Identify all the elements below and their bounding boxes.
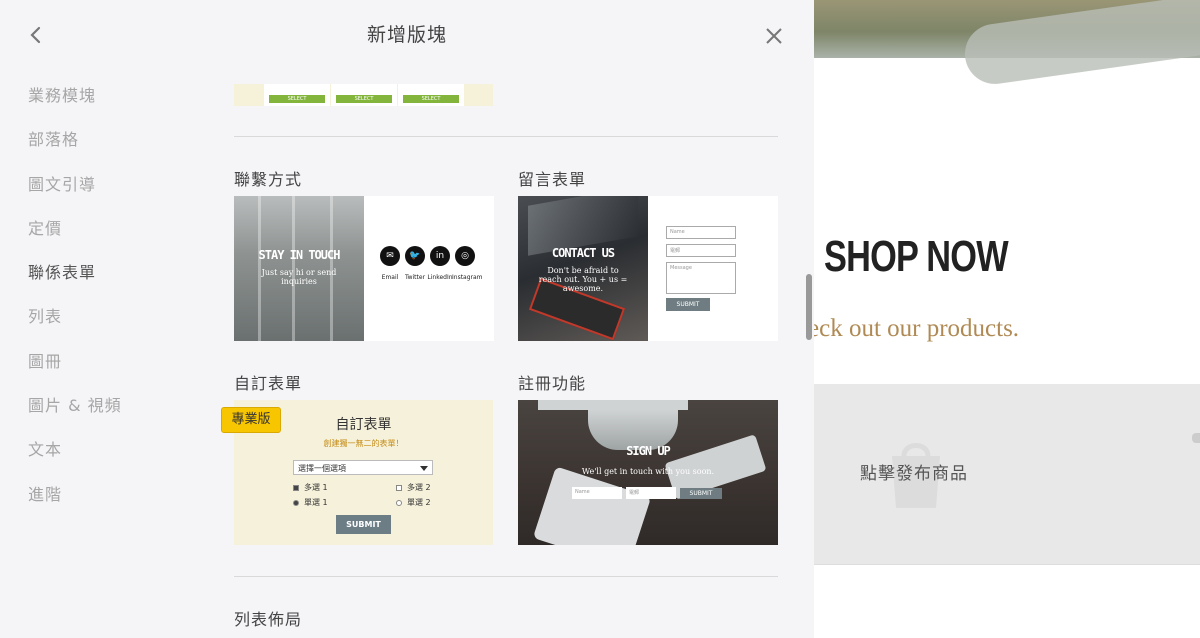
twitter-icon: 🐦 — [405, 246, 425, 266]
publish-product-text: 點擊發布商品 — [860, 464, 968, 484]
email-icon: ✉ — [380, 246, 400, 266]
signup-thumb-sub: We'll get in touch with you soon. — [581, 467, 715, 476]
signup-submit-button: SUBMIT — [680, 488, 722, 499]
checkbox-icon — [293, 484, 299, 491]
email-label: Email — [381, 274, 399, 281]
pricing-select-button: SELECT — [403, 95, 459, 103]
add-section-panel: 新增版塊 業務模塊 部落格 圖文引導 定價 聯係表單 列表 圖冊 圖片 & 視頻… — [0, 0, 814, 638]
nav-item-blog[interactable]: 部落格 — [28, 128, 122, 172]
message-email-field: 電郵 — [666, 244, 736, 257]
section-label-custom: 自訂表單 — [234, 374, 303, 393]
message-submit-button: SUBMIT — [666, 298, 710, 311]
nav-item-gallery[interactable]: 圖冊 — [28, 350, 122, 394]
panel-scrollbar[interactable] — [806, 274, 812, 340]
instagram-icon: ◎ — [455, 246, 475, 266]
contact-photo: STAY IN TOUCH Just say hi or send inquir… — [234, 196, 364, 341]
custom-select-placeholder: 選擇一個選項 — [298, 464, 346, 473]
section-label-message: 留言表單 — [518, 170, 587, 189]
close-icon[interactable] — [762, 24, 786, 48]
nav-item-image-text[interactable]: 圖文引導 — [28, 173, 122, 217]
preview-tagline: eck out our products. — [814, 315, 1020, 342]
hero-image — [814, 0, 1200, 88]
message-thumb-sub: Don't be afraid to reach out. You + us =… — [538, 266, 628, 293]
message-thumb-title: CONTACT US — [551, 246, 615, 260]
radio-icon — [396, 499, 402, 506]
edge-indicator — [1192, 433, 1200, 443]
pricing-thumbnail[interactable]: SELECT SELECT SELECT — [234, 84, 493, 106]
instagram-label: Instagram — [452, 274, 483, 281]
linkedin-icon: in — [430, 246, 450, 266]
panel-title: 新增版塊 — [366, 24, 447, 46]
divider — [234, 136, 778, 137]
message-name-field: Name — [666, 226, 736, 239]
nav-item-media[interactable]: 圖片 & 視頻 — [28, 394, 122, 438]
message-form-thumbnail[interactable]: CONTACT US Don't be afraid to reach out.… — [518, 196, 778, 341]
nav-item-advanced[interactable]: 進階 — [28, 483, 122, 527]
pricing-select-button: SELECT — [336, 95, 392, 103]
pro-badge: 專業版 — [221, 407, 281, 433]
category-nav: 業務模塊 部落格 圖文引導 定價 聯係表單 列表 圖冊 圖片 & 視頻 文本 進… — [28, 84, 122, 527]
site-preview: SHOP NOW eck out our products. 點擊發布商品 — [814, 0, 1200, 638]
linkedin-label: LinkedIn — [427, 274, 453, 281]
radio-icon — [293, 499, 299, 506]
signup-name-field: Name — [572, 487, 622, 499]
signup-thumbnail[interactable]: SIGN UP We'll get in touch with you soon… — [518, 400, 778, 545]
contact-thumb-sub: Just say hi or send inquiries — [261, 268, 337, 286]
section-label-contact: 聯繫方式 — [234, 170, 303, 189]
signup-email-field: 電郵 — [626, 487, 676, 499]
signup-thumb-title: SIGN UP — [626, 444, 671, 458]
nav-item-list[interactable]: 列表 — [28, 305, 122, 349]
section-label-signup: 註冊功能 — [518, 374, 587, 393]
section-label-list-layout: 列表佈局 — [234, 610, 303, 629]
custom-option: 多選 2 — [396, 482, 431, 493]
custom-option: 單選 1 — [293, 497, 328, 508]
contact-thumbnail[interactable]: STAY IN TOUCH Just say hi or send inquir… — [234, 196, 494, 341]
twitter-label: Twitter — [404, 274, 426, 281]
nav-item-contact-form[interactable]: 聯係表單 — [28, 261, 122, 305]
nav-item-pricing[interactable]: 定價 — [28, 217, 122, 261]
contact-thumb-title: STAY IN TOUCH — [258, 248, 341, 262]
nav-item-business[interactable]: 業務模塊 — [28, 84, 122, 128]
pricing-select-button: SELECT — [269, 95, 325, 103]
pricing-card: SELECT — [331, 84, 397, 106]
checkbox-icon — [396, 484, 402, 491]
custom-thumb-sub: 創建獨一無二的表單！ — [323, 439, 404, 448]
message-photo: CONTACT US Don't be afraid to reach out.… — [518, 196, 648, 341]
nav-item-text[interactable]: 文本 — [28, 438, 122, 482]
pricing-card: SELECT — [264, 84, 330, 106]
custom-select: 選擇一個選項 — [293, 460, 433, 475]
divider — [234, 576, 778, 577]
chevron-down-icon — [420, 466, 428, 471]
product-placeholder[interactable]: 點擊發布商品 — [814, 384, 1200, 565]
custom-option: 多選 1 — [293, 482, 328, 493]
pricing-card: SELECT — [398, 84, 464, 106]
message-message-field: Message — [666, 262, 736, 294]
custom-option: 單選 2 — [396, 497, 431, 508]
preview-headline: SHOP NOW — [824, 232, 1009, 281]
custom-submit-button: SUBMIT — [336, 515, 391, 534]
